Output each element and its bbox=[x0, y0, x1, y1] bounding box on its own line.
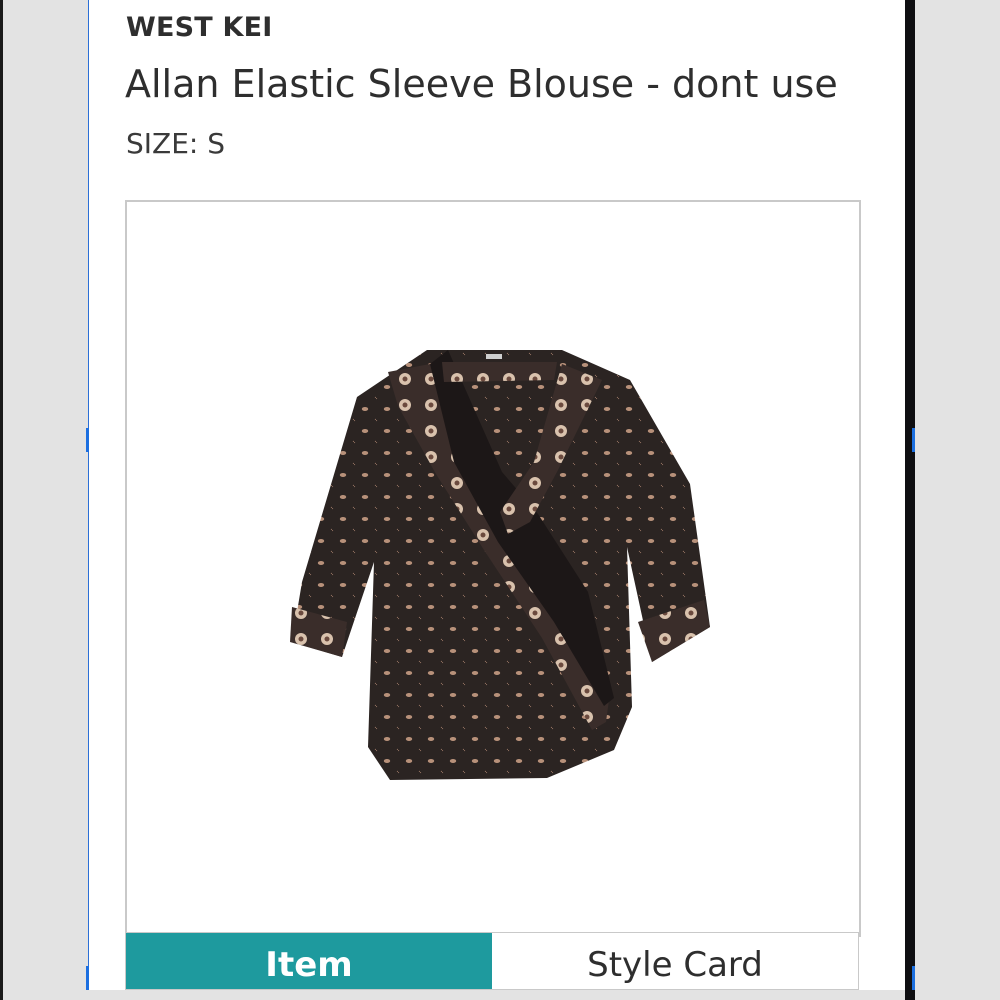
resize-handle-right[interactable] bbox=[912, 428, 915, 452]
blouse-image bbox=[290, 350, 710, 780]
product-image-frame[interactable] bbox=[125, 200, 861, 937]
size-label: SIZE: S bbox=[126, 127, 226, 160]
resize-handle-bottom-right[interactable] bbox=[912, 966, 915, 990]
right-edge-bar bbox=[905, 0, 915, 1000]
product-title: Allan Elastic Sleeve Blouse - dont use bbox=[125, 62, 838, 106]
left-edge-strip bbox=[0, 0, 3, 1000]
resize-handle-bottom-left[interactable] bbox=[86, 966, 89, 990]
resize-handle-left[interactable] bbox=[86, 428, 89, 452]
tab-style-card[interactable]: Style Card bbox=[492, 933, 858, 989]
brand-name: WEST KEI bbox=[126, 12, 273, 43]
tab-item[interactable]: Item bbox=[126, 933, 492, 989]
view-tabs: Item Style Card bbox=[125, 932, 859, 990]
